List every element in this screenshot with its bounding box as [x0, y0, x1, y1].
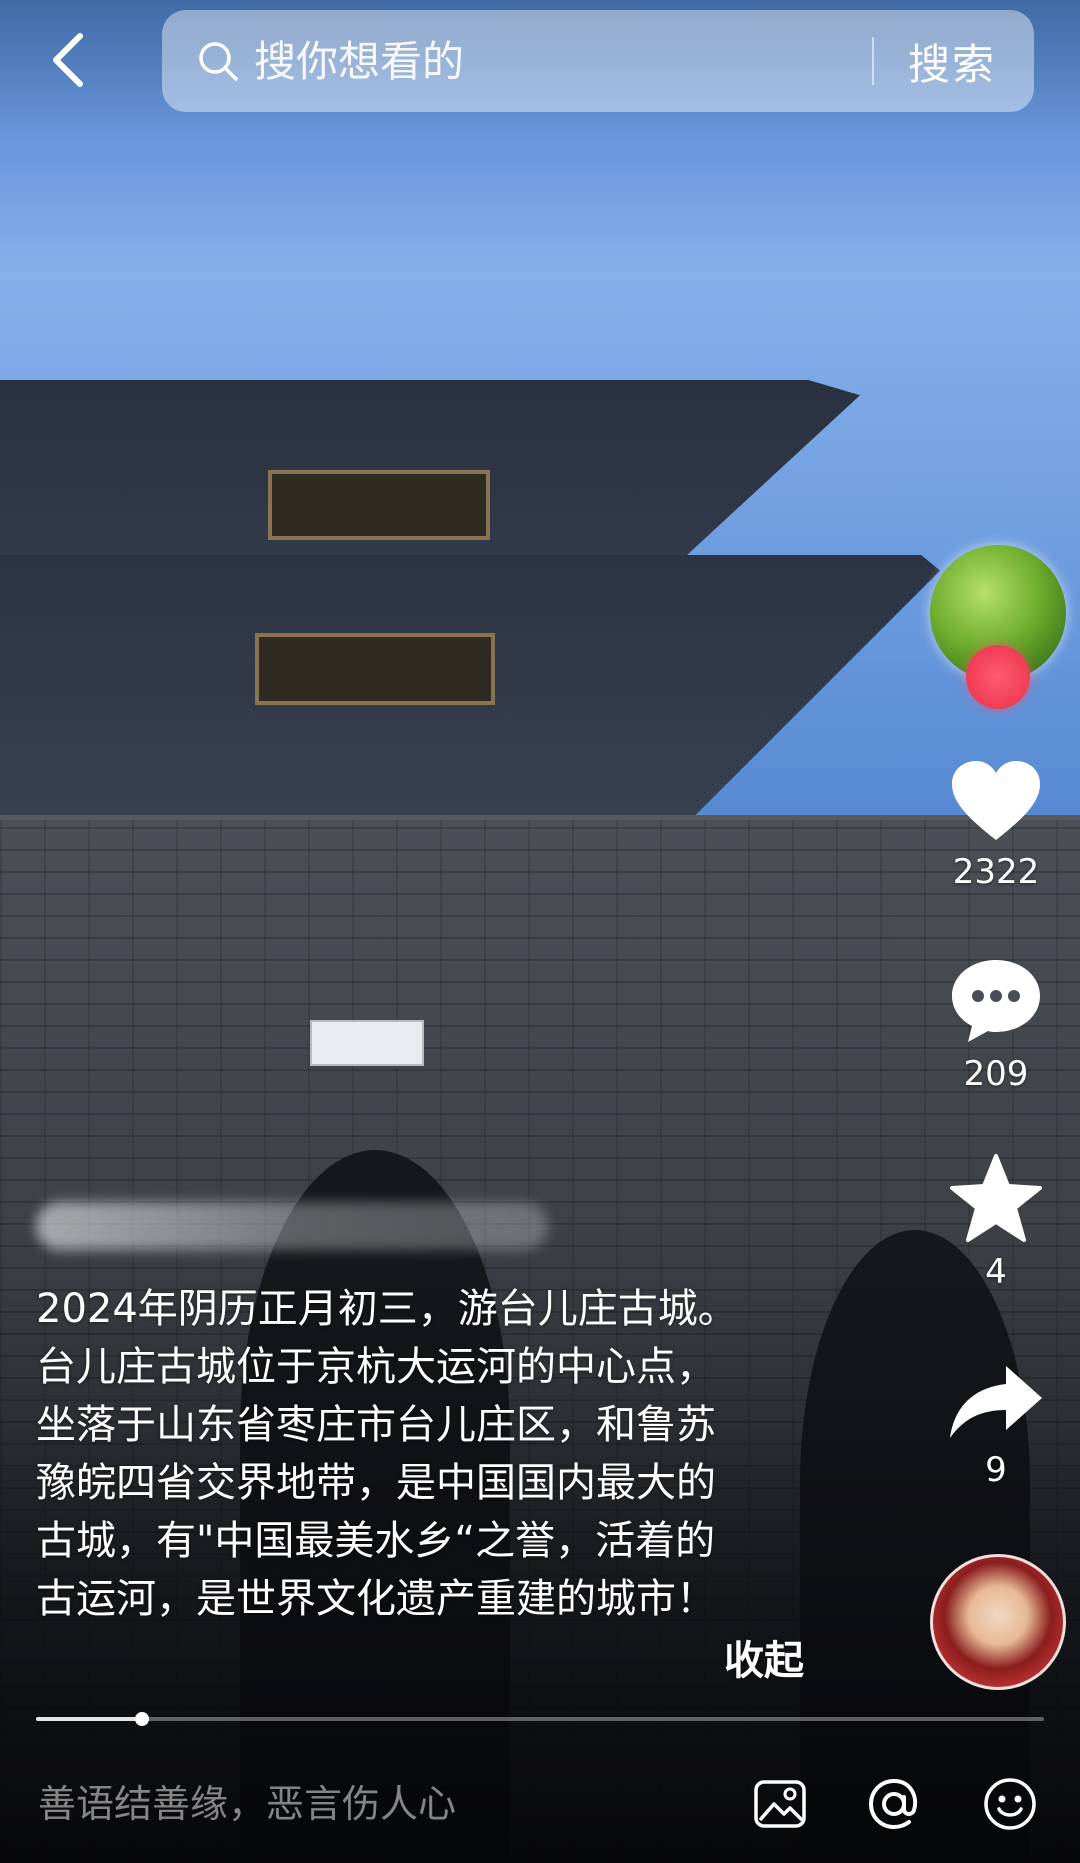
lower-plaque: [255, 633, 495, 705]
star-icon: [950, 1154, 1042, 1242]
back-button[interactable]: [36, 28, 100, 92]
comment-button[interactable]: 209: [940, 956, 1052, 1094]
share-count: 9: [985, 1450, 1007, 1490]
music-disc-avatar[interactable]: [930, 1554, 1066, 1690]
search-divider: [871, 37, 874, 85]
at-icon: [868, 1778, 917, 1830]
image-button[interactable]: [748, 1772, 812, 1836]
share-button[interactable]: 9: [940, 1362, 1052, 1490]
search-bar[interactable]: 搜索: [162, 10, 1034, 112]
gate-sign: [310, 1020, 424, 1066]
comment-input[interactable]: [36, 1775, 720, 1833]
search-icon: [196, 39, 240, 83]
share-arrow-icon: [950, 1366, 1042, 1438]
follow-button[interactable]: [966, 645, 1030, 709]
collapse-caption-button[interactable]: 收起: [724, 1628, 804, 1686]
video-caption: 2024年阴历正月初三，游台儿庄古城。 台儿庄古城位于京杭大运河的中心点， 坐落…: [36, 1286, 738, 1622]
search-input[interactable]: [252, 20, 872, 102]
like-count: 2322: [952, 852, 1040, 892]
comment-count: 209: [963, 1054, 1029, 1094]
search-button[interactable]: 搜索: [908, 31, 996, 92]
favorite-button[interactable]: 4: [940, 1152, 1052, 1292]
smiley-icon: [984, 1778, 1036, 1830]
upper-plaque: [268, 470, 490, 540]
comment-bubble-icon: [952, 960, 1040, 1042]
progress-fill: [36, 1717, 142, 1721]
heart-icon: [952, 761, 1040, 840]
emoji-button[interactable]: [978, 1772, 1042, 1836]
image-icon: [754, 1780, 806, 1828]
like-button[interactable]: 2322: [940, 758, 1052, 892]
video-player-screen[interactable]: 搜索 2322 209 4 9 2024年阴历正月初三，游台儿庄古城。 台儿庄古…: [0, 0, 1080, 1863]
chevron-left-icon: [53, 33, 83, 87]
author-name-blurred[interactable]: [36, 1202, 548, 1250]
video-progress-bar[interactable]: [36, 1712, 1044, 1726]
mention-button[interactable]: [862, 1772, 926, 1836]
favorite-count: 4: [985, 1252, 1007, 1292]
progress-knob[interactable]: [135, 1712, 149, 1726]
